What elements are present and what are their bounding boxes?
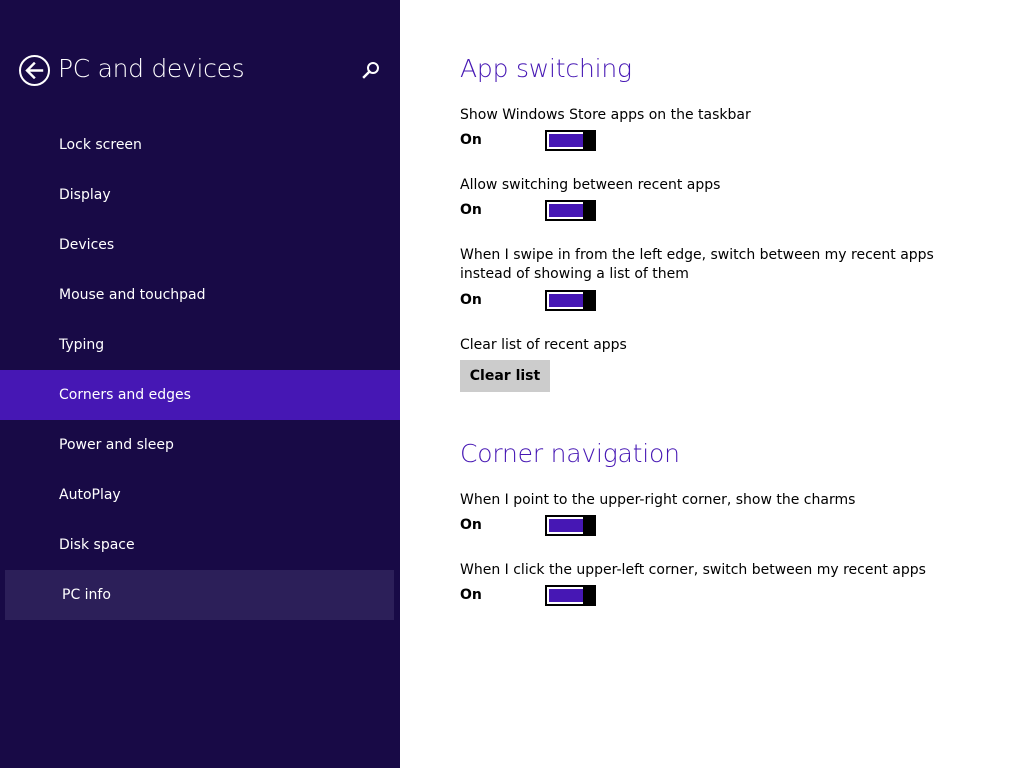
sidebar-item-pc-info[interactable]: PC info xyxy=(5,570,394,620)
sidebar-item-devices[interactable]: Devices xyxy=(0,220,400,270)
sidebar-item-typing[interactable]: Typing xyxy=(0,320,400,370)
clear-list-button[interactable]: Clear list xyxy=(460,360,550,392)
toggle-row-upper-left-switch: On xyxy=(460,584,660,606)
toggle-row-upper-right-charms: On xyxy=(460,514,660,536)
toggle-state-text: On xyxy=(460,292,482,308)
toggle-state-text: On xyxy=(460,517,482,533)
sidebar-item-label: Corners and edges xyxy=(59,387,191,403)
toggle-state-text: On xyxy=(460,132,482,148)
sidebar-item-disk-space[interactable]: Disk space xyxy=(0,520,400,570)
sidebar-item-lock-screen[interactable]: Lock screen xyxy=(0,120,400,170)
search-button[interactable] xyxy=(361,60,381,80)
setting-label-clear-recent-apps: Clear list of recent apps xyxy=(460,337,627,353)
toggle-knob xyxy=(583,584,596,606)
sidebar-item-label: Devices xyxy=(59,237,115,253)
sidebar-item-label: Typing xyxy=(59,337,105,353)
page-title: PC and devices xyxy=(58,54,245,83)
sidebar-item-label: Lock screen xyxy=(59,137,142,153)
sidebar-nav: Lock screen Display Devices Mouse and to… xyxy=(0,120,400,620)
toggle-knob xyxy=(583,199,596,221)
sidebar-item-autoplay[interactable]: AutoPlay xyxy=(0,470,400,520)
sidebar-item-display[interactable]: Display xyxy=(0,170,400,220)
search-icon xyxy=(362,62,379,79)
toggle-knob xyxy=(583,289,596,311)
setting-label-taskbar-store-apps: Show Windows Store apps on the taskbar xyxy=(460,107,751,123)
sidebar: PC and devices Lock screen Display Devic… xyxy=(0,0,400,768)
sidebar-item-label: Power and sleep xyxy=(59,437,174,453)
sidebar-item-label: Mouse and touchpad xyxy=(59,287,206,303)
setting-label-upper-left-switch: When I click the upper-left corner, swit… xyxy=(460,562,926,578)
toggle-row-swipe-left-edge: On xyxy=(460,289,660,311)
toggle-taskbar-store-apps[interactable] xyxy=(545,129,596,151)
setting-label-switch-recent-apps: Allow switching between recent apps xyxy=(460,177,721,193)
setting-label-upper-right-charms: When I point to the upper-right corner, … xyxy=(460,492,856,508)
toggle-switch-recent-apps[interactable] xyxy=(545,199,596,221)
toggle-knob xyxy=(583,129,596,151)
back-button[interactable] xyxy=(19,55,50,86)
toggle-fill xyxy=(549,588,583,602)
sidebar-item-corners-and-edges[interactable]: Corners and edges xyxy=(0,370,400,420)
toggle-fill xyxy=(549,518,583,532)
toggle-upper-right-charms[interactable] xyxy=(545,514,596,536)
toggle-upper-left-switch[interactable] xyxy=(545,584,596,606)
section-heading-corner-navigation: Corner navigation xyxy=(460,439,680,468)
toggle-swipe-left-edge[interactable] xyxy=(545,289,596,311)
toggle-fill xyxy=(549,133,583,147)
sidebar-header: PC and devices xyxy=(0,0,400,140)
sidebar-item-label: PC info xyxy=(62,587,111,603)
sidebar-item-label: Display xyxy=(59,187,111,203)
toggle-knob xyxy=(583,514,596,536)
sidebar-item-label: Disk space xyxy=(59,537,135,553)
sidebar-item-mouse-and-touchpad[interactable]: Mouse and touchpad xyxy=(0,270,400,320)
section-heading-app-switching: App switching xyxy=(460,54,632,83)
sidebar-item-power-and-sleep[interactable]: Power and sleep xyxy=(0,420,400,470)
toggle-row-taskbar-store-apps: On xyxy=(460,129,660,151)
toggle-state-text: On xyxy=(460,202,482,218)
toggle-fill xyxy=(549,293,583,307)
settings-window: PC and devices Lock screen Display Devic… xyxy=(0,0,1024,768)
setting-label-swipe-left-edge: When I swipe in from the left edge, swit… xyxy=(460,247,934,282)
main-content: App switching Show Windows Store apps on… xyxy=(400,0,1024,768)
sidebar-item-label: AutoPlay xyxy=(59,487,121,503)
toggle-state-text: On xyxy=(460,587,482,603)
toggle-row-switch-recent-apps: On xyxy=(460,199,660,221)
toggle-fill xyxy=(549,203,583,217)
back-arrow-icon xyxy=(25,62,44,79)
